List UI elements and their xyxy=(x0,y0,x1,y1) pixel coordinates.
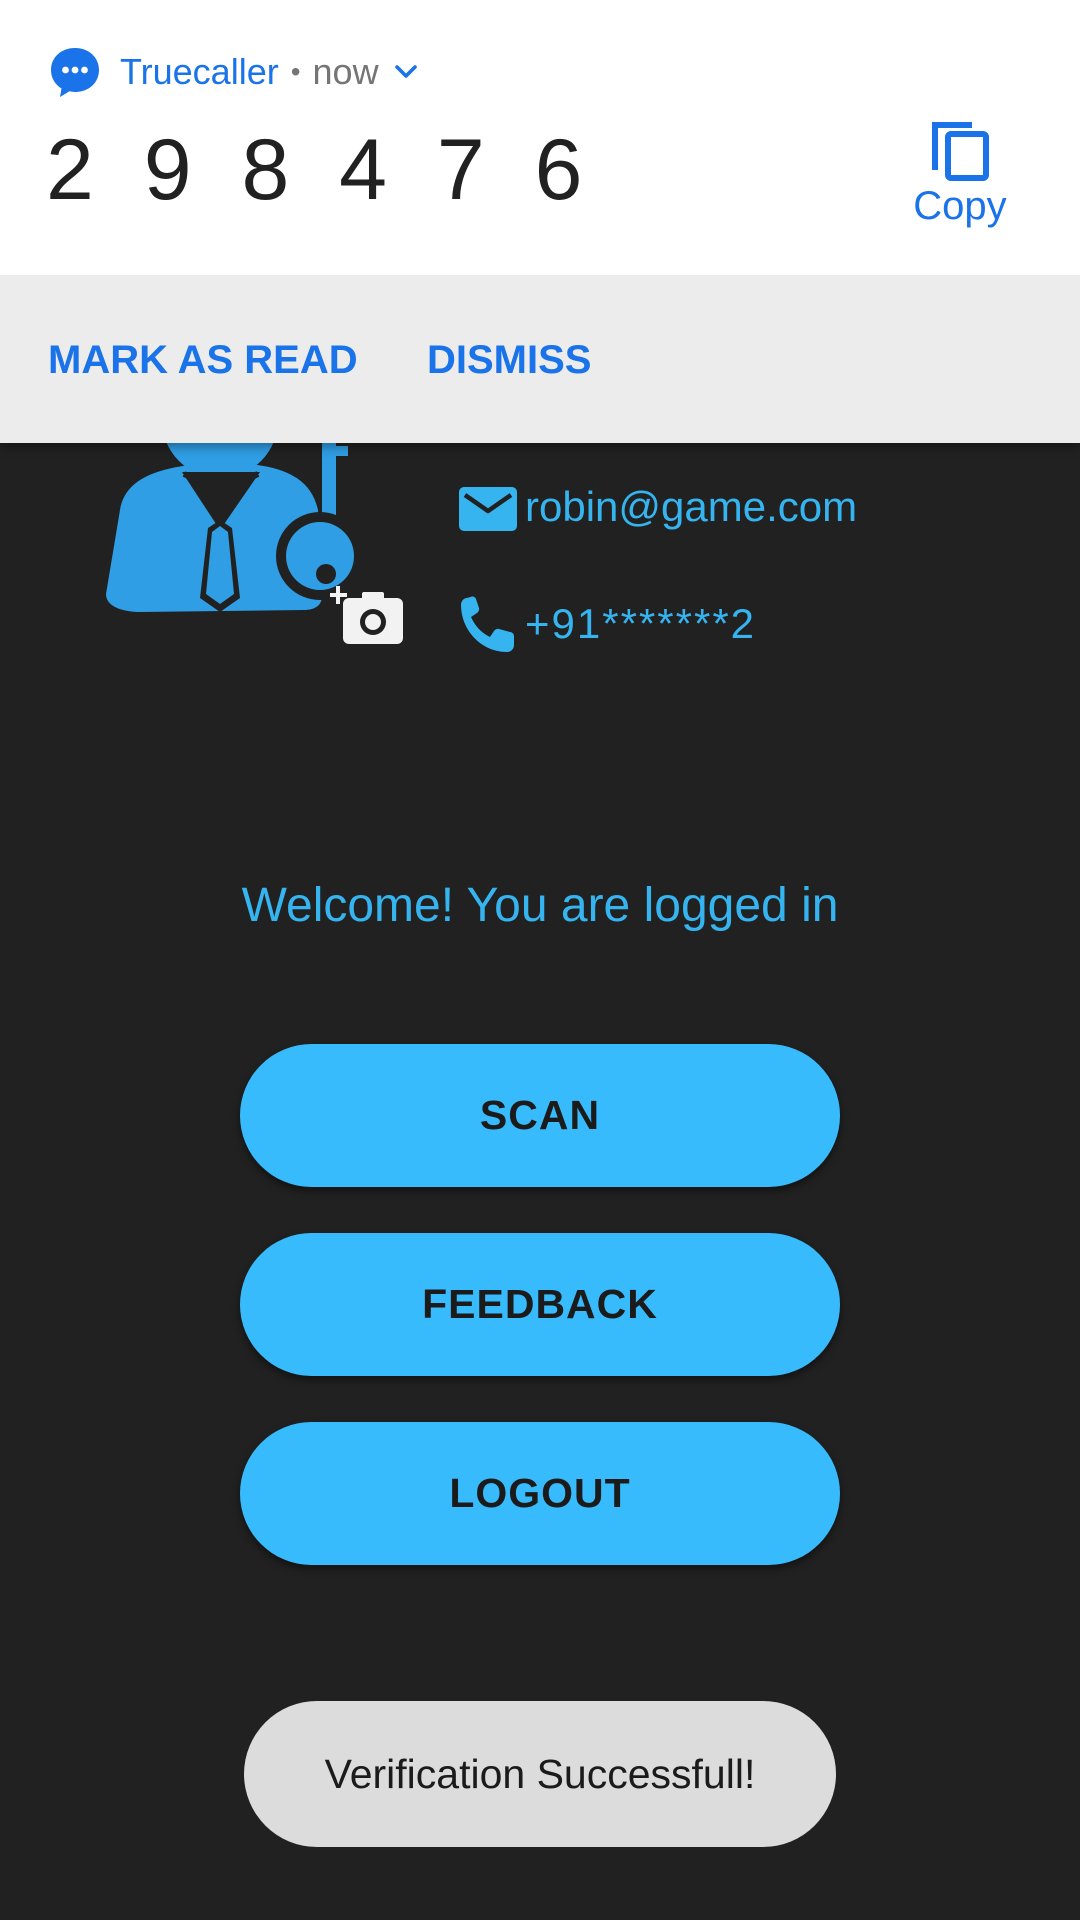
chevron-down-icon[interactable] xyxy=(393,59,419,85)
header-separator: • xyxy=(290,56,301,87)
feedback-button[interactable]: FEEDBACK xyxy=(240,1233,840,1376)
copy-icon xyxy=(932,122,989,181)
add-photo-icon[interactable] xyxy=(330,586,406,648)
app-name: Truecaller xyxy=(120,51,279,92)
scan-button[interactable]: SCAN xyxy=(240,1044,840,1187)
notification-card[interactable]: Truecaller • now 2 9 8 4 7 6 Copy MARK A… xyxy=(0,0,1080,443)
logout-button[interactable]: LOGOUT xyxy=(240,1422,840,1565)
chat-bubble-icon xyxy=(51,48,99,97)
copy-button[interactable]: Copy xyxy=(900,108,1020,238)
otp-code: 2 9 8 4 7 6 xyxy=(46,122,596,218)
welcome-message: Welcome! You are logged in xyxy=(241,879,839,932)
email-row: robin@game.com xyxy=(455,475,857,539)
phone-row: +91*******2 xyxy=(455,592,756,656)
dismiss-button[interactable]: DISMISS xyxy=(427,325,591,395)
copy-label: Copy xyxy=(913,184,1007,228)
mail-icon xyxy=(459,487,517,531)
phone-text: +91*******2 xyxy=(525,600,757,647)
mark-as-read-button[interactable]: MARK AS READ xyxy=(48,325,358,395)
phone-icon xyxy=(461,596,514,652)
notification-time: now xyxy=(312,51,379,92)
toast-message: Verification Successfull! xyxy=(244,1701,836,1847)
notification-actions: MARK AS READ DISMISS xyxy=(0,275,1080,443)
email-text: robin@game.com xyxy=(525,483,858,530)
notification-body[interactable]: Truecaller • now 2 9 8 4 7 6 Copy xyxy=(0,0,1080,275)
notification-header: Truecaller • now xyxy=(48,44,419,100)
